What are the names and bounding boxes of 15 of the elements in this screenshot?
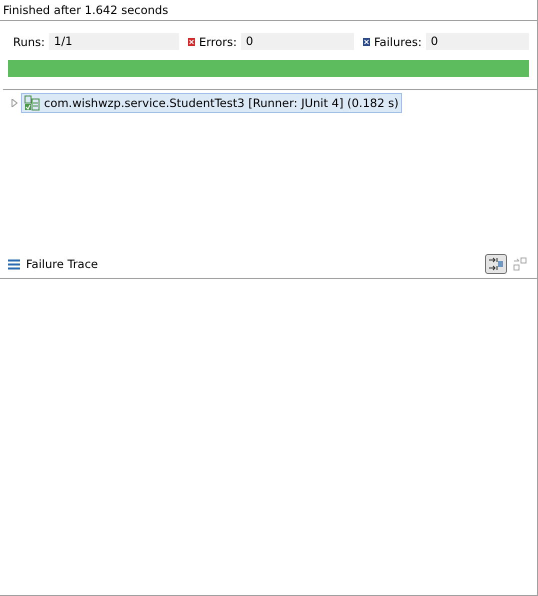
- counter-value: 1/1: [48, 33, 179, 50]
- filter-stack-button[interactable]: [485, 254, 507, 274]
- test-suite-icon: [24, 95, 40, 111]
- counter-label: Failures:: [374, 34, 422, 48]
- failure-icon: [363, 38, 370, 46]
- counter-value: 0: [426, 33, 529, 50]
- panel-title: Failure Trace: [26, 257, 98, 271]
- expand-arrow-icon[interactable]: [10, 99, 18, 107]
- error-icon: [188, 38, 195, 46]
- counter-label: Runs:: [13, 34, 45, 48]
- counter-label: Errors:: [199, 34, 237, 48]
- test-suite-item[interactable]: com.wishwzp.service.StudentTest3 [Runner: JUnit 4] (0.182 s): [21, 93, 402, 113]
- list-icon: [8, 258, 20, 270]
- status-text: Finished after 1.642 seconds: [3, 3, 168, 17]
- counter-value: 0: [240, 33, 354, 50]
